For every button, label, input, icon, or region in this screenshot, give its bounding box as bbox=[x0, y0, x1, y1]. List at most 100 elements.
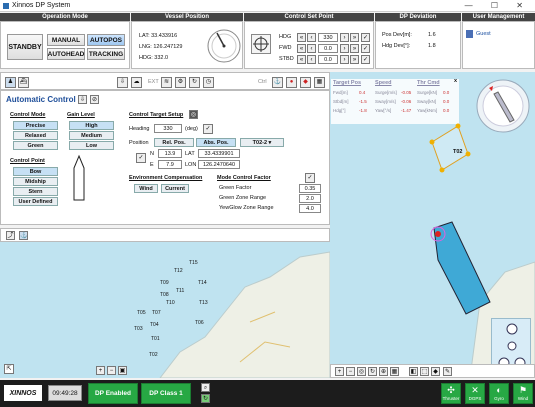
map-target-label[interactable]: T03 bbox=[134, 326, 143, 332]
target-setup-icon[interactable]: ◎ bbox=[189, 110, 198, 119]
right-center-icon[interactable]: ⊕ bbox=[379, 367, 388, 376]
right-rotate-icon[interactable]: ↻ bbox=[368, 367, 377, 376]
control-point-option-3[interactable]: User Defined bbox=[13, 197, 58, 206]
standby-button[interactable]: STANDBY bbox=[7, 34, 43, 60]
wind-button[interactable]: Wind bbox=[134, 184, 158, 193]
map-pan-icon[interactable]: ⇱ bbox=[4, 364, 14, 374]
gain-level-option-1[interactable]: Medium bbox=[69, 131, 114, 140]
set-point-input[interactable]: 0.0 bbox=[318, 55, 338, 64]
left-map[interactable]: T15 T12 T09 T14 T11 T08 T10 T13 T05 T07 T04 T06 T03 T… bbox=[0, 242, 330, 378]
apply-check-icon[interactable]: ✓ bbox=[361, 44, 370, 53]
map-target-label[interactable]: T14 bbox=[198, 280, 207, 286]
settings-small-icon[interactable]: ⊘ bbox=[90, 95, 99, 104]
download-icon[interactable]: ⇩ bbox=[117, 77, 128, 88]
fast-increase-icon[interactable]: » bbox=[350, 44, 359, 53]
map-target-label[interactable]: T04 bbox=[150, 322, 159, 328]
n-input[interactable]: 13.9 bbox=[158, 149, 182, 158]
right-map[interactable]: Target Pos Speed Thr Cmd Fwd[m] 0.4 Surge[m/s… bbox=[330, 72, 535, 378]
download-small-icon[interactable]: ⇩ bbox=[78, 95, 87, 104]
map-target-label[interactable]: T12 bbox=[174, 268, 183, 274]
fast-decrease-icon[interactable]: « bbox=[297, 55, 306, 64]
manual-button[interactable]: MANUAL bbox=[47, 34, 85, 46]
control-point-option-2[interactable]: Stern bbox=[13, 187, 58, 196]
target-select[interactable]: T02-2 ▾ bbox=[240, 138, 284, 147]
right-fit-icon[interactable]: ◎ bbox=[357, 367, 366, 376]
right-edit-icon[interactable]: ✎ bbox=[443, 367, 452, 376]
control-point-option-1[interactable]: Midship bbox=[13, 177, 58, 186]
lat-input[interactable]: 33.4339901 bbox=[198, 149, 240, 158]
mode-factor-input[interactable]: 0.35 bbox=[299, 184, 321, 193]
side-button-0[interactable]: ✣ Thruster bbox=[441, 383, 461, 404]
fast-increase-icon[interactable]: » bbox=[350, 33, 359, 42]
user-name[interactable]: Guest bbox=[476, 31, 491, 37]
map-target-label[interactable]: T06 bbox=[195, 320, 204, 326]
map-target-label[interactable]: T11 bbox=[176, 288, 184, 294]
decrease-icon[interactable]: ‹ bbox=[307, 33, 316, 42]
heading-apply-icon[interactable]: ✓ bbox=[203, 124, 213, 134]
side-button-3[interactable]: ⚑ Wind bbox=[513, 383, 533, 404]
control-mode-option-0[interactable]: Precise bbox=[13, 121, 58, 130]
decrease-icon[interactable]: ‹ bbox=[307, 55, 316, 64]
right-zoom-out-icon[interactable]: − bbox=[346, 367, 355, 376]
map-target-label[interactable]: T10 bbox=[166, 300, 175, 306]
tracking-button[interactable]: TRACKING bbox=[87, 48, 125, 60]
dp-enabled-button[interactable]: DP Enabled bbox=[88, 383, 138, 404]
decrease-icon[interactable]: ‹ bbox=[307, 44, 316, 53]
rel-pos-button[interactable]: Rel. Pos. bbox=[154, 138, 194, 147]
set-point-input[interactable]: 330 bbox=[318, 33, 338, 42]
anchor-mode-icon[interactable]: ⚓ bbox=[19, 231, 28, 240]
overlay-close-button[interactable]: x bbox=[454, 78, 457, 84]
control-point-option-0[interactable]: Bow bbox=[13, 167, 58, 176]
gain-level-option-0[interactable]: High bbox=[69, 121, 114, 130]
increase-icon[interactable]: › bbox=[340, 55, 349, 64]
chart-icon[interactable]: ⤴ bbox=[6, 231, 15, 240]
set-point-input[interactable]: 0.0 bbox=[318, 44, 338, 53]
autohead-button[interactable]: AUTOHEAD bbox=[47, 48, 85, 60]
current-button[interactable]: Current bbox=[161, 184, 189, 193]
anchor-icon[interactable]: ⚓ bbox=[272, 77, 283, 88]
map-target-label[interactable]: T13 bbox=[199, 300, 208, 306]
map-target-label[interactable]: T05 bbox=[137, 310, 146, 316]
fast-decrease-icon[interactable]: « bbox=[297, 33, 306, 42]
right-zoom-in-icon[interactable]: + bbox=[335, 367, 344, 376]
map-target-label[interactable]: T01 bbox=[151, 336, 160, 342]
mode-factor-apply-icon[interactable]: ✓ bbox=[305, 173, 315, 183]
mode-factor-input[interactable]: 4.0 bbox=[299, 204, 321, 213]
fit-view-icon[interactable]: ▣ bbox=[118, 366, 127, 375]
map-target-label[interactable]: T15 bbox=[189, 260, 198, 266]
map-target-label[interactable]: T09 bbox=[160, 280, 169, 286]
control-mode-option-2[interactable]: Green bbox=[13, 141, 58, 150]
control-mode-option-1[interactable]: Relaxed bbox=[13, 131, 58, 140]
lon-input[interactable]: 126.2470640 bbox=[198, 160, 240, 169]
increase-icon[interactable]: › bbox=[340, 44, 349, 53]
wind-icon[interactable]: ≋ bbox=[161, 77, 172, 88]
target-crosshair-icon[interactable] bbox=[251, 34, 271, 54]
ship-icon[interactable]: ⛴ bbox=[18, 77, 29, 88]
side-button-2[interactable]: ◐ Gyro bbox=[489, 383, 509, 404]
fast-decrease-icon[interactable]: « bbox=[297, 44, 306, 53]
window-controls[interactable]: — ☐ ✕ bbox=[465, 1, 531, 10]
gain-level-option-2[interactable]: Low bbox=[69, 141, 114, 150]
refresh-status-icon[interactable]: ↻ bbox=[201, 394, 210, 403]
map-target-label[interactable]: T02 bbox=[149, 352, 158, 358]
mode-factor-input[interactable]: 2.0 bbox=[299, 194, 321, 203]
map-target-label[interactable]: T08 bbox=[160, 292, 169, 298]
map-target-label[interactable]: T07 bbox=[152, 310, 161, 316]
zoom-out-icon[interactable]: − bbox=[107, 366, 116, 375]
location-icon[interactable]: ◆ bbox=[300, 77, 311, 88]
refresh-icon[interactable]: ↻ bbox=[189, 77, 200, 88]
right-measure-icon[interactable]: ⬚ bbox=[420, 367, 429, 376]
search-icon[interactable]: ⌕ bbox=[201, 383, 210, 392]
right-layer-icon[interactable]: ◧ bbox=[409, 367, 418, 376]
right-grid-icon[interactable]: ▦ bbox=[390, 367, 399, 376]
person-icon[interactable]: ♟ bbox=[5, 77, 16, 88]
apply-check-icon[interactable]: ✓ bbox=[361, 33, 370, 42]
abs-pos-button[interactable]: Abs. Pos. bbox=[196, 138, 236, 147]
side-button-1[interactable]: ✕ DGPS bbox=[465, 383, 485, 404]
dp-class-button[interactable]: DP Class 1 bbox=[141, 383, 191, 404]
position-apply-icon[interactable]: ✓ bbox=[136, 153, 146, 163]
increase-icon[interactable]: › bbox=[340, 33, 349, 42]
clock-icon[interactable]: ◷ bbox=[203, 77, 214, 88]
apply-check-icon[interactable]: ✓ bbox=[361, 55, 370, 64]
autopos-button[interactable]: AUTOPOS bbox=[87, 34, 125, 46]
